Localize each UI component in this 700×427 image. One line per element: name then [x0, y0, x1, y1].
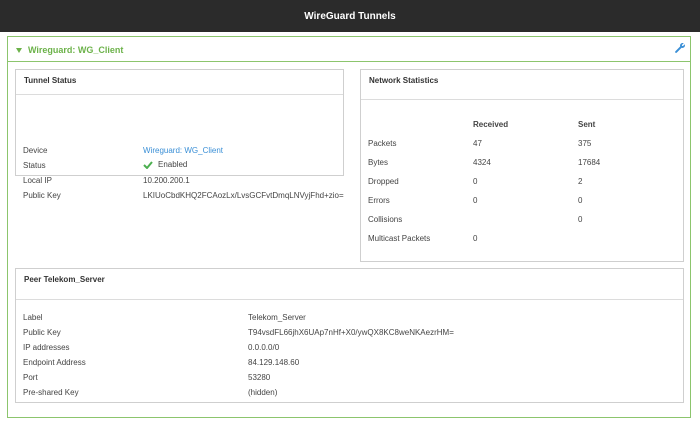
peer-port-label: Port: [23, 373, 38, 382]
stat-received-errors: 0: [473, 196, 478, 205]
panel-divider: [16, 299, 683, 300]
peer-endpoint-value: 84.129.148.60: [248, 358, 300, 367]
stat-received-packets: 47: [473, 139, 482, 148]
peer-panel: Peer Telekom_Server Label Telekom_Server…: [15, 268, 684, 403]
local-ip-label: Local IP: [23, 176, 52, 185]
peer-port-value: 53280: [248, 373, 271, 382]
section-title[interactable]: Wireguard: WG_Client: [28, 45, 123, 55]
peer-ip-addresses-value: 0.0.0.0/0: [248, 343, 280, 352]
status-label: Status: [23, 161, 46, 170]
stat-sent-errors: 0: [578, 196, 583, 205]
device-label: Device: [23, 146, 48, 155]
stat-sent-packets: 375: [578, 139, 592, 148]
panel-divider: [16, 94, 343, 95]
panel-divider: [361, 99, 683, 100]
stat-label-packets: Packets: [368, 139, 397, 148]
device-link[interactable]: Wireguard: WG_Client: [143, 146, 223, 155]
peer-psk-value: (hidden): [248, 388, 278, 397]
peer-public-key-value: T94vsdFL66jhX6UAp7nHf+X0/ywQX8KC8weNKAez…: [248, 328, 454, 337]
stat-received-multicast: 0: [473, 234, 478, 243]
public-key-label: Public Key: [23, 191, 61, 200]
section-header[interactable]: Wireguard: WG_Client: [16, 45, 123, 55]
stat-label-bytes: Bytes: [368, 158, 389, 167]
tunnel-status-panel: Tunnel Status Device Wireguard: WG_Clien…: [15, 69, 344, 200]
stat-received-dropped: 0: [473, 177, 478, 186]
section-divider: [8, 61, 690, 62]
network-statistics-panel: Network Statistics Received Sent Packets…: [360, 69, 684, 262]
caret-down-icon[interactable]: [16, 47, 22, 53]
network-statistics-title: Network Statistics: [369, 76, 439, 85]
tunnel-status-title: Tunnel Status: [24, 76, 77, 85]
check-icon: [143, 161, 153, 169]
received-header: Received: [473, 120, 509, 129]
page-header: WireGuard Tunnels: [0, 0, 700, 32]
stat-sent-dropped: 2: [578, 177, 583, 186]
peer-label-label: Label: [23, 313, 43, 322]
stat-label-errors: Errors: [368, 196, 390, 205]
stat-sent-collisions: 0: [578, 215, 583, 224]
status-value-wrap: Enabled: [143, 160, 187, 169]
stat-label-dropped: Dropped: [368, 177, 399, 186]
peer-ip-addresses-label: IP addresses: [23, 343, 70, 352]
peer-label-value: Telekom_Server: [248, 313, 306, 322]
stat-label-collisions: Collisions: [368, 215, 403, 224]
peer-public-key-label: Public Key: [23, 328, 61, 337]
peer-title: Peer Telekom_Server: [24, 275, 105, 284]
peer-endpoint-label: Endpoint Address: [23, 358, 86, 367]
peer-psk-label: Pre-shared Key: [23, 388, 79, 397]
wrench-icon[interactable]: [674, 42, 686, 54]
sent-header: Sent: [578, 120, 596, 129]
stat-received-bytes: 4324: [473, 158, 491, 167]
stat-sent-bytes: 17684: [578, 158, 601, 167]
tunnel-section: Wireguard: WG_Client Tunnel Status Devic…: [7, 36, 691, 418]
status-value: Enabled: [158, 160, 188, 169]
local-ip-value: 10.200.200.1: [143, 176, 190, 185]
public-key-value: LKIUoCbdKHQ2FCAozLx/LvsGCFvtDmqLNVyjFhd+…: [143, 191, 344, 200]
stat-label-multicast: Multicast Packets: [368, 234, 431, 243]
page-title: WireGuard Tunnels: [304, 10, 396, 22]
